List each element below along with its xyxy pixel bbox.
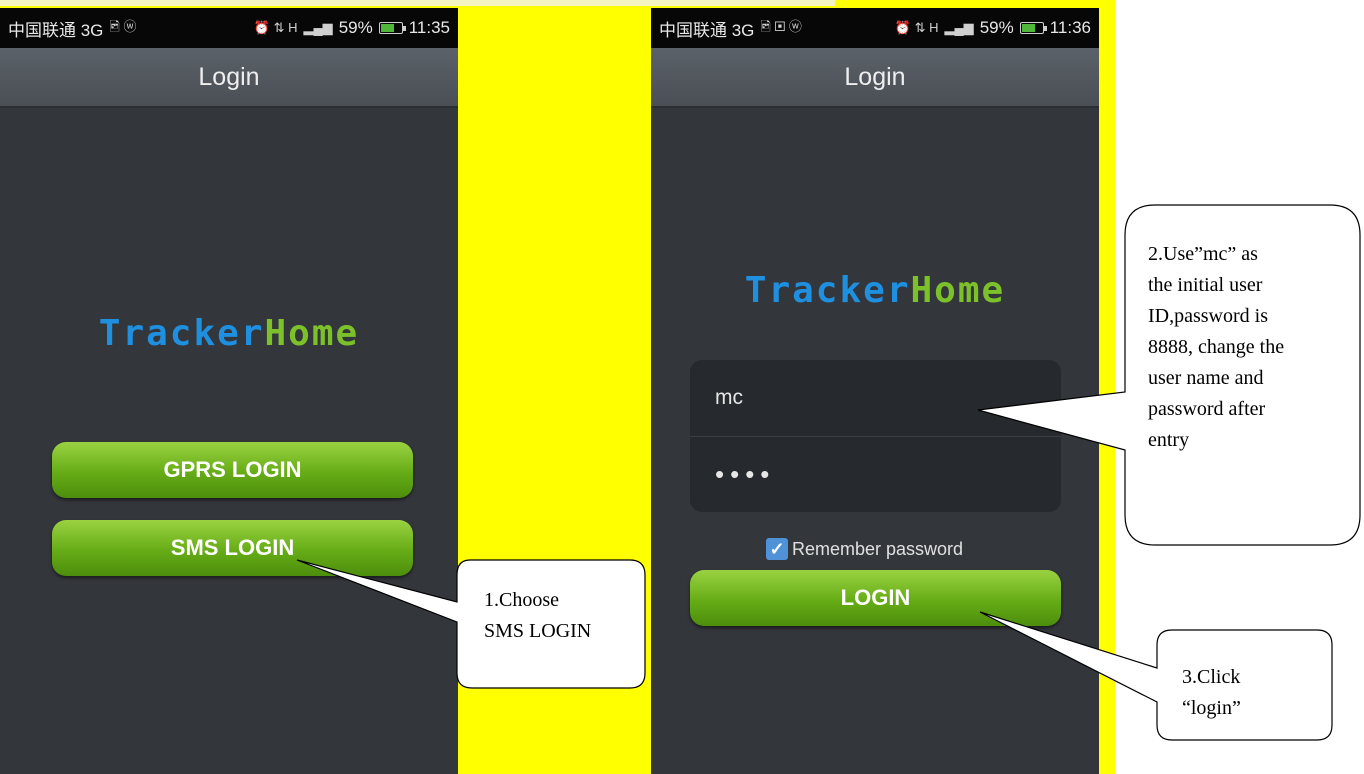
callout-line: user name and [1148, 367, 1264, 389]
callout-text-step3: 3.Click “login” [1182, 662, 1241, 724]
callout-line: 1.Choose [484, 589, 559, 611]
callout-line: 2.Use”mc” as [1148, 243, 1258, 265]
callout-line: “login” [1182, 697, 1241, 719]
callout-text-step1: 1.Choose SMS LOGIN [484, 585, 591, 647]
callout-line: 8888, change the [1148, 336, 1285, 358]
callout-line: the initial user [1148, 274, 1263, 296]
callout-bubble-1 [296, 559, 646, 689]
callout-line: SMS LOGIN [484, 620, 592, 642]
callout-line: entry [1148, 429, 1190, 451]
callout-text-step2: 2.Use”mc” as the initial user ID,passwor… [1148, 239, 1284, 456]
callout-line: ID,password is [1148, 305, 1268, 327]
callout-bubble-3 [979, 611, 1333, 741]
callout-line: 3.Click [1182, 666, 1241, 688]
callout-line: password after [1148, 398, 1266, 420]
